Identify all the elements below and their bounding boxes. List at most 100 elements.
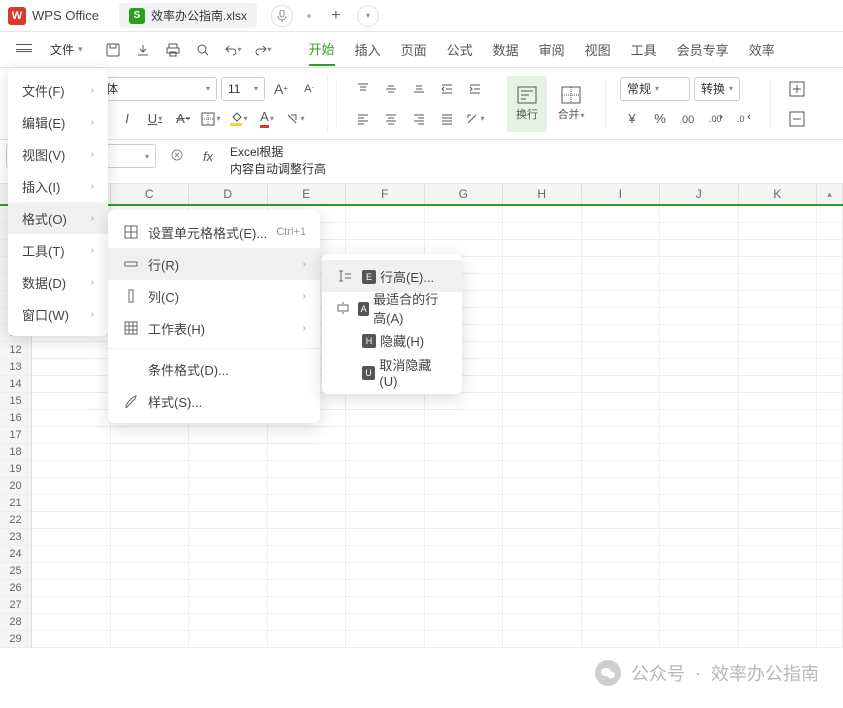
cell[interactable] (32, 342, 111, 359)
cell[interactable] (503, 597, 582, 614)
cell[interactable] (660, 512, 739, 529)
cell[interactable] (503, 359, 582, 376)
cell[interactable] (189, 495, 268, 512)
cell[interactable] (817, 342, 843, 359)
cell[interactable] (189, 444, 268, 461)
cell[interactable] (503, 495, 582, 512)
cell[interactable] (660, 631, 739, 648)
cell[interactable] (660, 274, 739, 291)
cell[interactable] (111, 478, 190, 495)
cell[interactable] (111, 580, 190, 597)
col-header[interactable]: J (660, 184, 739, 204)
cell[interactable] (739, 291, 818, 308)
cell[interactable] (739, 240, 818, 257)
cell[interactable] (503, 257, 582, 274)
cell[interactable] (346, 495, 425, 512)
italic-button[interactable]: I (115, 107, 139, 131)
row-header[interactable]: 20 (0, 478, 32, 495)
cell[interactable] (739, 461, 818, 478)
align-top-button[interactable] (351, 77, 375, 101)
tab-data[interactable]: 数据 (493, 34, 519, 65)
cell[interactable] (660, 206, 739, 223)
cell[interactable] (660, 308, 739, 325)
new-tab-button[interactable]: + (325, 5, 347, 27)
cell[interactable] (425, 478, 504, 495)
indent-decrease-button[interactable] (435, 77, 459, 101)
cell[interactable] (32, 597, 111, 614)
cell[interactable] (425, 580, 504, 597)
tab-tools[interactable]: 工具 (631, 34, 657, 65)
row-header[interactable]: 17 (0, 427, 32, 444)
cell[interactable] (582, 240, 661, 257)
cell[interactable] (582, 546, 661, 563)
cell[interactable] (189, 529, 268, 546)
cell[interactable] (111, 461, 190, 478)
tab-insert[interactable]: 插入 (355, 34, 381, 65)
delete-cells-button[interactable] (785, 107, 809, 131)
tab-formula[interactable]: 公式 (447, 34, 473, 65)
border-button[interactable]: ▾ (199, 107, 223, 131)
cell[interactable] (346, 444, 425, 461)
align-bottom-button[interactable] (407, 77, 431, 101)
cell[interactable] (739, 376, 818, 393)
cell[interactable] (189, 427, 268, 444)
cell[interactable] (817, 461, 843, 478)
cell[interactable] (660, 529, 739, 546)
cell[interactable] (582, 325, 661, 342)
font-color-button[interactable]: A▾ (255, 107, 279, 131)
align-center-button[interactable] (379, 107, 403, 131)
cell[interactable] (817, 512, 843, 529)
cell[interactable] (660, 427, 739, 444)
cell[interactable] (32, 563, 111, 580)
cell[interactable] (346, 529, 425, 546)
cell[interactable] (817, 376, 843, 393)
cell[interactable] (425, 495, 504, 512)
cell[interactable] (111, 563, 190, 580)
tab-review[interactable]: 审阅 (539, 34, 565, 65)
cell[interactable] (268, 580, 347, 597)
cell[interactable] (582, 614, 661, 631)
increase-font-button[interactable]: A+ (269, 77, 293, 101)
cell[interactable] (739, 308, 818, 325)
cell[interactable] (817, 563, 843, 580)
row-header[interactable]: 16 (0, 410, 32, 427)
cell[interactable] (111, 597, 190, 614)
cell[interactable] (817, 410, 843, 427)
col-header[interactable]: E (268, 184, 347, 204)
align-left-button[interactable] (351, 107, 375, 131)
undo-button[interactable]: ▾ (221, 38, 245, 62)
cell[interactable] (346, 461, 425, 478)
cell[interactable] (32, 614, 111, 631)
cell[interactable] (582, 512, 661, 529)
col-header[interactable]: F (346, 184, 425, 204)
cell[interactable] (268, 563, 347, 580)
cell[interactable] (582, 291, 661, 308)
cell[interactable] (32, 376, 111, 393)
cell[interactable] (739, 631, 818, 648)
cell[interactable] (268, 461, 347, 478)
cell[interactable] (582, 495, 661, 512)
cell[interactable] (817, 614, 843, 631)
tab-menu-button[interactable]: ▾ (357, 5, 379, 27)
formula-input[interactable]: Excel根据 内容自动调整行高 (224, 140, 843, 182)
cell[interactable] (582, 597, 661, 614)
cell[interactable] (739, 597, 818, 614)
cell[interactable] (817, 427, 843, 444)
cell[interactable] (503, 444, 582, 461)
cell[interactable] (503, 206, 582, 223)
autofit-row-item[interactable]: A最适合的行高(A) (322, 292, 462, 324)
cell[interactable] (346, 631, 425, 648)
cell[interactable] (660, 393, 739, 410)
cell[interactable] (189, 512, 268, 529)
cell[interactable] (817, 393, 843, 410)
row-header[interactable]: 18 (0, 444, 32, 461)
cell[interactable] (111, 546, 190, 563)
cell[interactable] (817, 495, 843, 512)
cell[interactable] (739, 478, 818, 495)
cell[interactable] (817, 631, 843, 648)
align-middle-button[interactable] (379, 77, 403, 101)
justify-button[interactable] (435, 107, 459, 131)
cell[interactable] (503, 342, 582, 359)
cell[interactable] (739, 614, 818, 631)
cell[interactable] (268, 444, 347, 461)
